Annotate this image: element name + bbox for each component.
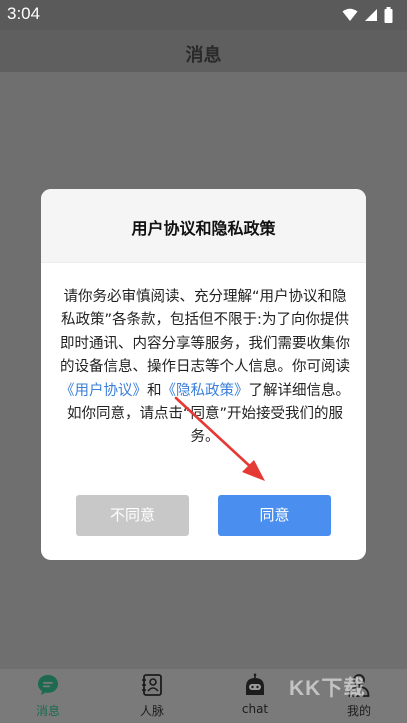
disagree-button[interactable]: 不同意	[76, 495, 189, 536]
dialog-header: 用户协议和隐私政策	[41, 189, 366, 263]
watermark: KK下载	[289, 677, 366, 700]
nav-item-chat[interactable]: chat	[215, 669, 295, 723]
privacy-policy-link[interactable]: 《隐私政策》	[162, 383, 249, 399]
agree-button[interactable]: 同意	[218, 495, 331, 536]
nav-item-contacts[interactable]: 人脉	[112, 669, 192, 723]
cellular-signal-icon	[365, 9, 377, 21]
nav-label-chat: chat	[241, 702, 269, 716]
status-bar: 3:04	[0, 0, 407, 30]
user-agreement-link[interactable]: 《用户协议》	[60, 383, 147, 399]
app-header: 消息	[0, 30, 407, 72]
nav-label-me: 我的	[346, 704, 371, 718]
dialog-body-text: 请你务必审慎阅读、充分理解“用户协议和隐私政策”各条款，包括但不限于:为了向你提…	[60, 289, 350, 376]
status-time: 3:04	[7, 4, 41, 23]
battery-icon	[384, 7, 393, 23]
dialog-body-and: 和	[147, 382, 162, 399]
dialog-body: 请你务必审慎阅读、充分理解“用户协议和隐私政策”各条款，包括但不限于:为了向你提…	[60, 286, 350, 450]
wifi-icon	[342, 8, 358, 21]
page-title: 消息	[185, 45, 222, 66]
privacy-dialog: 用户协议和隐私政策 请你务必审慎阅读、充分理解“用户协议和隐私政策”各条款，包括…	[41, 189, 366, 560]
status-icons	[342, 6, 393, 24]
contacts-icon	[142, 674, 162, 696]
dialog-title: 用户协议和隐私政策	[131, 219, 276, 238]
nav-label-contacts: 人脉	[139, 704, 164, 718]
nav-label-messages: 消息	[35, 704, 60, 718]
robot-icon	[246, 673, 264, 695]
chat-bubble-icon	[38, 675, 58, 695]
nav-item-messages[interactable]: 消息	[8, 669, 88, 723]
